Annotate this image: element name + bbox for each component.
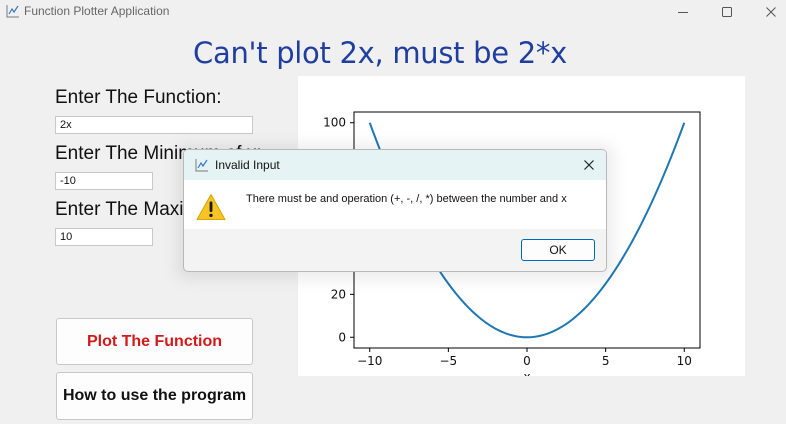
chart-icon — [195, 159, 208, 172]
chart-icon — [6, 5, 19, 18]
minimize-icon — [678, 12, 688, 13]
maximize-button[interactable] — [704, 0, 750, 24]
title-bar: Function Plotter Application — [0, 0, 786, 24]
maximize-icon — [722, 7, 732, 17]
close-button[interactable] — [748, 0, 786, 24]
dialog-message: There must be and operation (+, -, /, *)… — [246, 193, 567, 205]
window-title: Function Plotter Application — [24, 4, 170, 18]
dialog-title-bar: Invalid Input — [184, 150, 606, 180]
x-tick-label: −10 — [357, 354, 382, 368]
dialog-ok-button[interactable]: OK — [521, 239, 595, 261]
minimize-button[interactable] — [660, 0, 706, 24]
function-input[interactable] — [55, 116, 253, 134]
how-to-use-button[interactable]: How to use the program — [56, 372, 253, 420]
x-tick-label: −5 — [440, 354, 458, 368]
x-tick-label: 5 — [602, 354, 610, 368]
min-x-input[interactable] — [55, 172, 153, 190]
close-icon — [584, 160, 594, 170]
invalid-input-dialog: Invalid Input There must be and operatio… — [183, 149, 607, 272]
dialog-title: Invalid Input — [215, 158, 280, 172]
dialog-close-button[interactable] — [580, 156, 598, 174]
warning-icon — [196, 194, 226, 220]
function-label: Enter The Function: — [55, 87, 222, 108]
y-tick-label: 100 — [323, 116, 346, 130]
dialog-body: There must be and operation (+, -, /, *)… — [184, 180, 606, 229]
close-icon — [766, 7, 776, 17]
y-tick-label: 20 — [331, 287, 346, 301]
x-tick-label: 0 — [523, 354, 531, 368]
y-tick-label: 0 — [338, 330, 346, 344]
max-x-input[interactable] — [55, 228, 153, 246]
x-tick-label: 10 — [677, 354, 692, 368]
plot-function-button[interactable]: Plot The Function — [56, 318, 253, 365]
error-heading: Can't plot 2x, must be 2*x — [193, 36, 567, 70]
x-axis-label: x — [523, 370, 530, 376]
